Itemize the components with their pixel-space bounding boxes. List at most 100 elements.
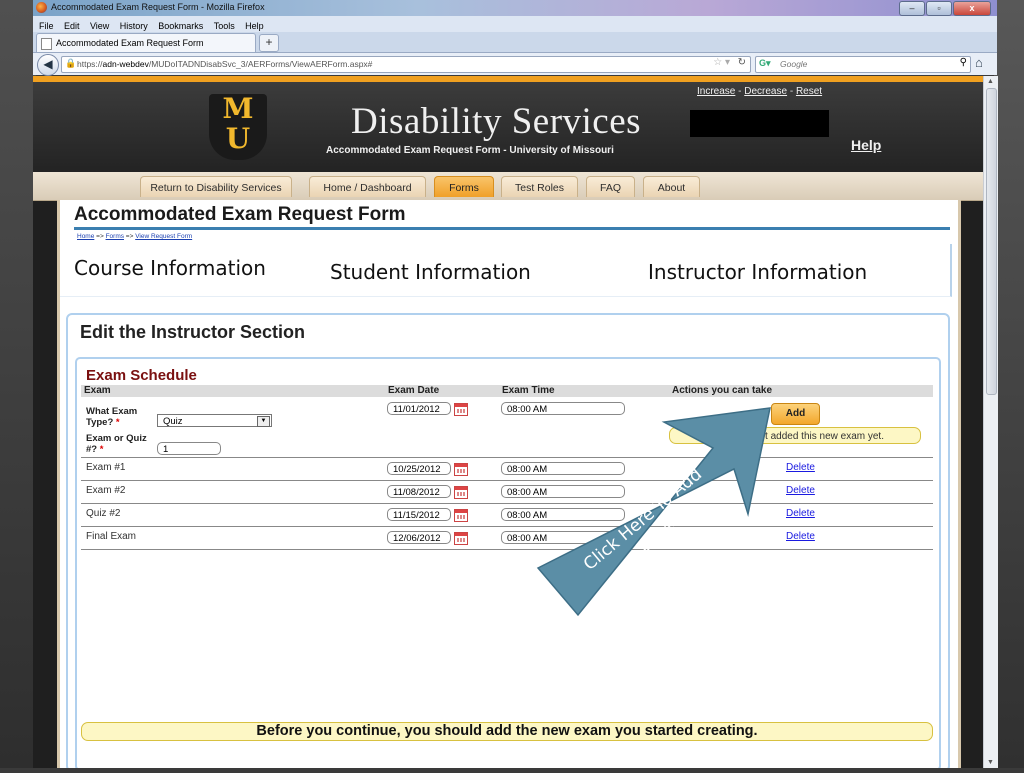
page-title: Accommodated Exam Request Form [74,204,406,225]
url-prefix: https:// [77,59,103,69]
address-url: https://adn-webdev/MUDoITADNDisabSvc_3/A… [77,59,372,69]
menu-history[interactable]: History [120,21,148,31]
new-exam-date-input[interactable]: 11/01/2012 [387,402,451,415]
scroll-down-icon[interactable]: ▼ [987,759,994,766]
calendar-icon[interactable] [454,532,468,545]
tab-student-information[interactable]: Student Information [330,260,531,284]
tab-instructor-information[interactable]: Instructor Information [648,260,867,284]
site-title: Disability Services [351,101,642,142]
calendar-icon[interactable] [454,486,468,499]
exam-name: Quiz #2 [86,508,121,519]
page-icon [41,37,52,50]
breadcrumb-home[interactable]: Home [77,233,94,240]
search-placeholder: Google [780,59,808,69]
menu-edit[interactable]: Edit [64,21,80,31]
logo-letter-m: M [222,92,254,125]
calendar-icon[interactable] [454,509,468,522]
window-controls: – ▫ x [899,1,991,16]
reload-icon[interactable]: ↻ [738,57,746,68]
delete-link[interactable]: Delete [786,462,815,473]
calendar-icon[interactable] [454,463,468,476]
nav-tab-about[interactable]: About [643,176,700,197]
nav-tab-faq[interactable]: FAQ [586,176,635,197]
exam-number-label-text: Exam or Quiz #? [86,433,147,455]
not-added-warning: You have not added this new exam yet. [669,427,921,444]
search-icon[interactable]: ⚲ [960,57,967,68]
exam-time-input[interactable]: 08:00 AM [501,508,625,521]
col-exam: Exam [84,385,111,396]
menu-help[interactable]: Help [245,21,264,31]
nav-tab-forms[interactable]: Forms [434,176,494,197]
menu-file[interactable]: File [39,21,54,31]
delete-link[interactable]: Delete [786,485,815,496]
breadcrumb-sep: => [125,233,134,240]
maximize-button[interactable]: ▫ [926,1,952,16]
continue-notice: Before you continue, you should add the … [81,722,933,741]
exam-type-select[interactable]: Quiz ▼ [157,414,272,427]
info-tabs: Course Information Student Information I… [60,244,952,297]
google-search-engine-icon[interactable]: G▾ [759,58,771,69]
exam-time-input[interactable]: 08:00 AM [501,462,625,475]
bookmark-star-icon[interactable]: ☆ ▾ [713,57,730,68]
scroll-up-icon[interactable]: ▲ [987,78,994,85]
nav-tab-test-roles[interactable]: Test Roles [501,176,578,197]
exam-number-label: Exam or Quiz #? * [86,433,154,455]
col-actions: Actions you can take [672,385,773,396]
site-subtitle: Accommodated Exam Request Form - Univers… [326,145,614,156]
exam-date-input[interactable]: 11/15/2012 [387,508,451,521]
exam-date-input[interactable]: 11/08/2012 [387,485,451,498]
redacted-area [690,110,829,137]
exam-time-input[interactable]: 08:00 AM [501,531,625,544]
text-decrease-link[interactable]: Decrease [744,86,787,97]
page-scrollbar[interactable]: ▲ ▼ [983,76,998,768]
minimize-button[interactable]: – [899,1,925,16]
add-exam-button[interactable]: Add [771,403,820,425]
lock-icon: 🔒 [65,58,77,68]
browser-tab-title: Accommodated Exam Request Form [56,38,204,48]
breadcrumb-forms[interactable]: Forms [106,233,124,240]
delete-link[interactable]: Delete [786,531,815,542]
close-button[interactable]: x [953,1,991,16]
url-path: /MUDoITADNDisabSvc_3/AERForms/ViewAERFor… [148,59,373,69]
edit-instructor-section: Edit the Instructor Section Exam Schedul… [66,313,950,768]
exam-number-input[interactable]: 1 [157,442,221,455]
browser-tab-bar: Accommodated Exam Request Form + [33,32,997,53]
calendar-icon[interactable] [454,403,468,416]
table-row: Exam #1 10/25/2012 08:00 AM Delete [81,457,933,480]
home-icon[interactable]: ⌂ [975,55,983,70]
exam-schedule-title: Exam Schedule [86,367,197,384]
menu-bookmarks[interactable]: Bookmarks [158,21,203,31]
text-reset-link[interactable]: Reset [796,86,822,97]
browser-tab[interactable]: Accommodated Exam Request Form [36,33,256,52]
address-bar[interactable]: 🔒 https://adn-webdev/MUDoITADNDisabSvc_3… [61,56,751,73]
col-exam-date: Exam Date [388,385,440,396]
title-rule [74,227,950,230]
help-link[interactable]: Help [851,137,881,153]
mizzou-logo: M U [209,94,267,160]
nav-tab-return[interactable]: Return to Disability Services [140,176,292,197]
exam-type-label: What Exam Type? * [86,406,148,428]
menu-tools[interactable]: Tools [214,21,235,31]
new-tab-button[interactable]: + [259,34,279,52]
logo-letter-u: U [225,122,251,155]
nav-tab-home[interactable]: Home / Dashboard [309,176,426,197]
exam-name: Exam #2 [86,485,126,496]
window-titlebar[interactable]: Accommodated Exam Request Form - Mozilla… [33,0,997,16]
required-mark: * [115,417,120,428]
tab-course-information[interactable]: Course Information [74,256,266,280]
scrollbar-thumb[interactable] [986,88,997,395]
site-nav: Return to Disability Services Home / Das… [33,172,983,201]
new-exam-time-input[interactable]: 08:00 AM [501,402,625,415]
menu-view[interactable]: View [90,21,109,31]
search-box[interactable]: G▾ Google ⚲ [755,56,971,73]
text-increase-link[interactable]: Increase [697,86,735,97]
table-row: Exam #2 11/08/2012 08:00 AM Delete [81,480,933,503]
exam-time-input[interactable]: 08:00 AM [501,485,625,498]
required-mark: * [99,444,104,455]
back-arrow-icon[interactable]: ◀ [37,54,59,76]
delete-link[interactable]: Delete [786,508,815,519]
exam-date-input[interactable]: 10/25/2012 [387,462,451,475]
desktop-right-edge [994,0,1024,768]
breadcrumb-view-request-form[interactable]: View Request Form [135,233,192,240]
exam-date-input[interactable]: 12/06/2012 [387,531,451,544]
